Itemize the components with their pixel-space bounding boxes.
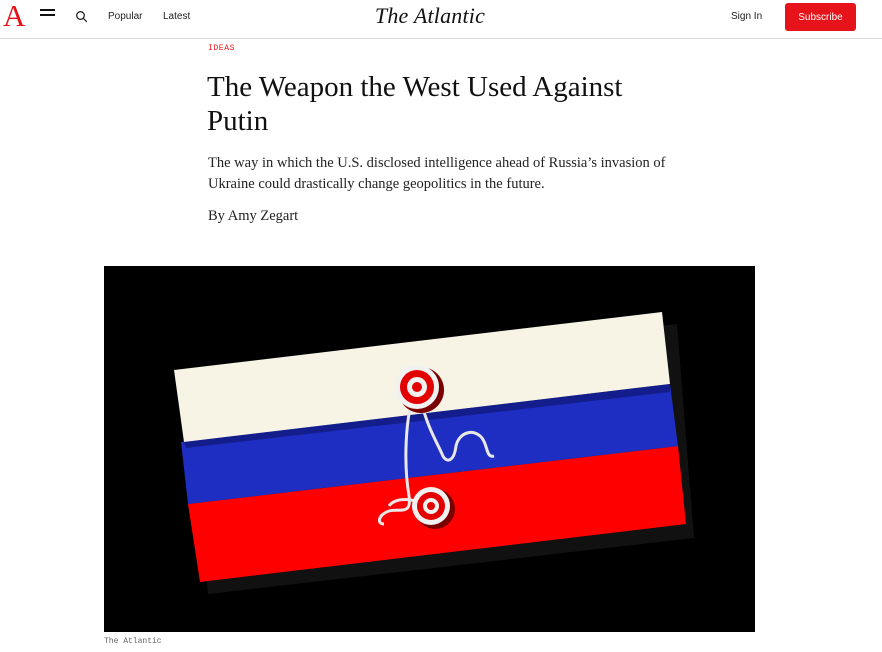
menu-icon[interactable] <box>40 9 56 21</box>
search-icon[interactable] <box>75 10 89 24</box>
article-headline: The Weapon the West Used Against Putin <box>207 71 623 137</box>
brand-wordmark[interactable]: The Atlantic <box>370 3 490 29</box>
nav-popular-link[interactable]: Popular <box>108 11 142 22</box>
atlantic-logo[interactable]: A <box>3 0 25 32</box>
byline: By Amy Zegart <box>208 208 298 225</box>
image-credit: The Atlantic <box>104 637 162 646</box>
flag-illustration <box>104 266 755 632</box>
author-link[interactable]: Amy Zegart <box>228 208 298 224</box>
article-dek: The way in which the U.S. disclosed inte… <box>208 155 666 192</box>
section-label[interactable]: IDEAS <box>208 44 235 53</box>
subscribe-button[interactable]: Subscribe <box>785 3 856 31</box>
nav-latest-link[interactable]: Latest <box>163 11 190 22</box>
sign-in-link[interactable]: Sign In <box>731 11 762 22</box>
byline-prefix: By <box>208 208 225 224</box>
site-header: A Popular Latest The Atlantic Sign In Su… <box>0 0 882 39</box>
lead-image <box>104 266 755 632</box>
